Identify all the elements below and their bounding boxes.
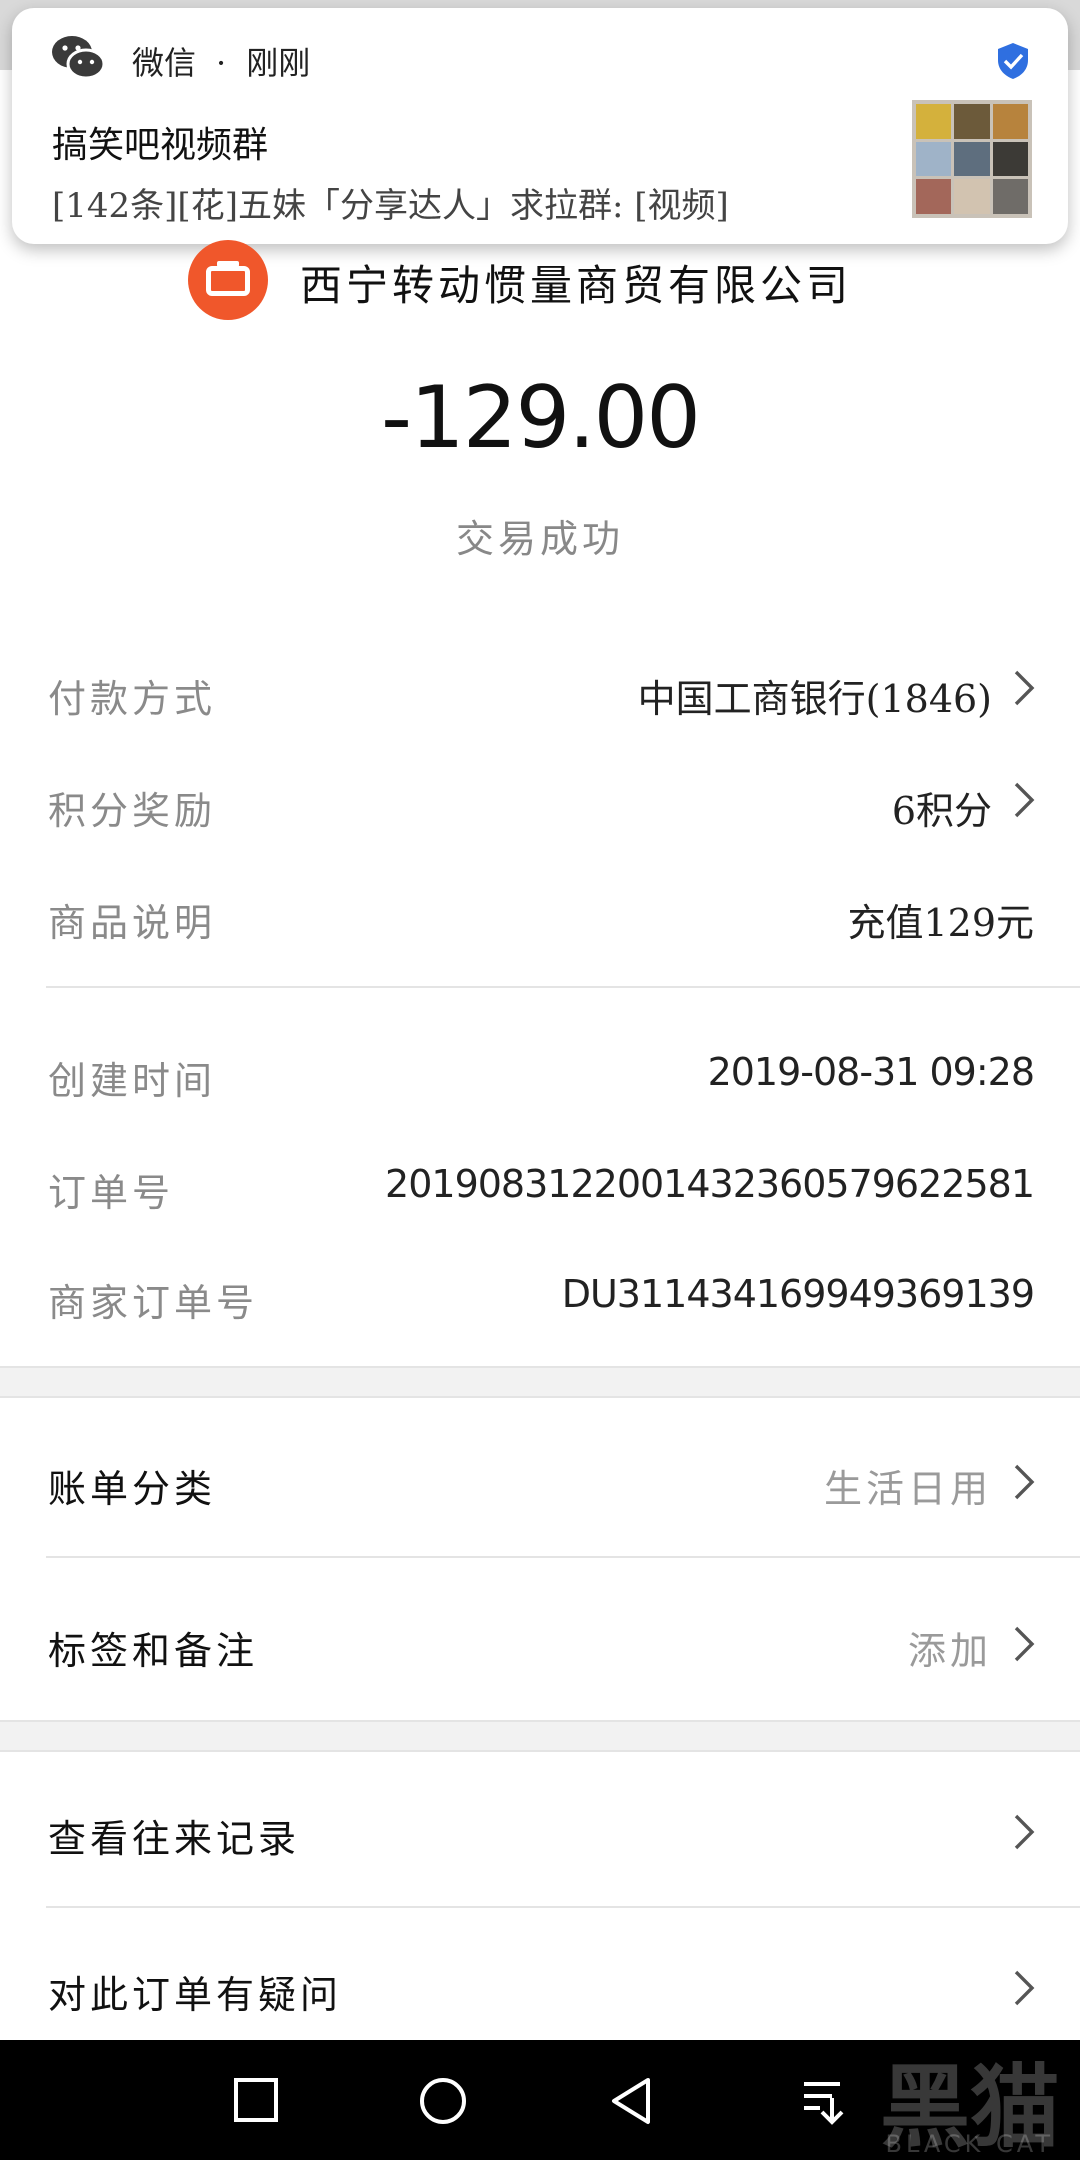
wechat-notification[interactable]: 微信 · 刚刚 搞笑吧视频群 [142条][花]五妹「分享达人」求拉群: [视频]: [12, 8, 1068, 244]
row-label: 商品说明: [48, 901, 217, 945]
product-description-value: 充值129元: [847, 901, 1034, 945]
view-history-row[interactable]: 查看往来记录: [0, 1776, 1080, 1886]
notification-message: [142条][花]五妹「分享达人」求拉群: [视频]: [52, 186, 729, 226]
tags-notes-row[interactable]: 标签和备注 添加: [0, 1588, 1080, 1698]
created-time-row: 创建时间 2019-08-31 09:28: [0, 1030, 1080, 1110]
wechat-icon: [52, 36, 106, 80]
verified-shield-icon: [998, 43, 1028, 79]
back-icon[interactable]: [608, 2076, 654, 2126]
product-description-row: 商品说明 充值129元: [0, 872, 1080, 952]
transaction-status: 交易成功: [455, 517, 624, 561]
chevron-right-icon: [1014, 670, 1035, 706]
section-gap: [0, 1720, 1080, 1752]
bill-category-value: 生活日用: [823, 1467, 992, 1511]
notification-separator: ·: [216, 44, 227, 82]
row-label: 查看往来记录: [48, 1817, 301, 1861]
watermark-subtitle: BLACK CAT: [885, 2130, 1054, 2158]
row-label: 订单号: [48, 1171, 175, 1215]
section-gap: [0, 1366, 1080, 1398]
row-label: 账单分类: [48, 1467, 217, 1511]
chevron-right-icon: [1014, 782, 1035, 818]
row-label: 积分奖励: [48, 789, 217, 833]
row-label: 对此订单有疑问: [48, 1973, 343, 2017]
chevron-right-icon: [1014, 1970, 1035, 2006]
notification-time: 刚刚: [246, 44, 311, 82]
notification-source: 微信 · 刚刚: [132, 38, 310, 84]
divider: [46, 1906, 1080, 1908]
payment-method-value: 中国工商银行(1846): [637, 677, 992, 721]
notification-app-name: 微信: [132, 44, 197, 82]
order-number-row: 订单号 2019083122001432360579622581: [0, 1142, 1080, 1222]
chevron-right-icon: [1014, 1464, 1035, 1500]
merchant-logo-icon: [188, 240, 268, 320]
divider: [46, 986, 1080, 988]
points-reward-row[interactable]: 积分奖励 6积分: [0, 760, 1080, 840]
row-label: 创建时间: [48, 1059, 217, 1103]
divider: [46, 1556, 1080, 1558]
transaction-amount: -129.00: [381, 368, 701, 468]
bill-category-row[interactable]: 账单分类 生活日用: [0, 1426, 1080, 1536]
tags-notes-value: 添加: [907, 1629, 992, 1673]
created-time-value: 2019-08-31 09:28: [707, 1050, 1035, 1094]
black-cat-watermark: 黑猫 BLACK CAT: [820, 2030, 1060, 2160]
order-question-row[interactable]: 对此订单有疑问: [0, 1932, 1080, 2042]
home-icon[interactable]: [418, 2076, 468, 2126]
merchant-order-number-value: DU311434169949369139: [561, 1272, 1035, 1316]
chevron-right-icon: [1014, 1626, 1035, 1662]
merchant-name: 西宁转动惯量商贸有限公司: [300, 261, 853, 310]
notification-title: 搞笑吧视频群: [52, 125, 269, 166]
row-label: 商家订单号: [48, 1281, 259, 1325]
row-label: 付款方式: [48, 677, 217, 721]
merchant-order-number-row: 商家订单号 DU311434169949369139: [0, 1252, 1080, 1332]
group-avatar: [912, 100, 1032, 218]
recent-apps-icon[interactable]: [232, 2076, 280, 2124]
points-value: 6积分: [891, 789, 992, 833]
chevron-right-icon: [1014, 1814, 1035, 1850]
row-label: 标签和备注: [48, 1629, 259, 1673]
payment-method-row[interactable]: 付款方式 中国工商银行(1846): [0, 648, 1080, 728]
order-number-value: 2019083122001432360579622581: [385, 1162, 1035, 1206]
